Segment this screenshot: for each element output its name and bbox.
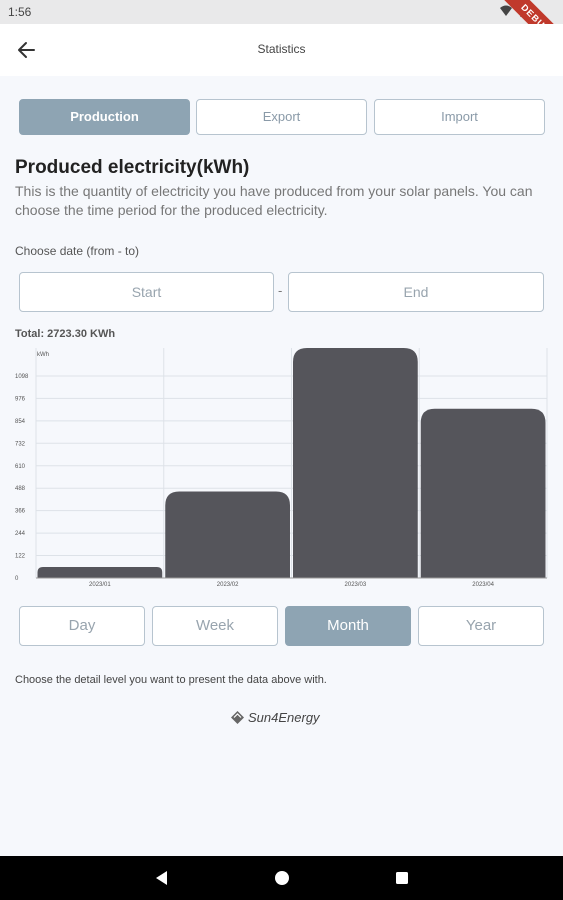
- date-separator: -: [278, 283, 283, 298]
- tab-export[interactable]: Export: [196, 99, 367, 135]
- x-tick-label: 2023/03: [345, 582, 367, 588]
- chart-bar: [165, 491, 290, 578]
- period-month-button[interactable]: Month: [285, 606, 411, 646]
- x-tick-label: 2023/01: [89, 582, 111, 588]
- y-tick-label: 610: [15, 464, 26, 470]
- system-nav-bar: [0, 856, 563, 900]
- chart-bar: [37, 566, 163, 578]
- y-tick-label: 1098: [15, 374, 29, 380]
- end-date-button[interactable]: End: [288, 272, 544, 312]
- period-year-button[interactable]: Year: [418, 606, 544, 646]
- status-bar: 1:56: [0, 0, 563, 24]
- production-chart: 0 122 244 366 488 610 732 854 976 1098 kWh 2023/01 2…: [15, 348, 548, 588]
- tab-import[interactable]: Import: [374, 99, 545, 135]
- brand-logo: Sun4Energy: [230, 710, 320, 725]
- section-description: This is the quantity of electricity you …: [15, 183, 533, 218]
- logo-icon: [231, 711, 244, 724]
- section-heading: Produced electricity(kWh): [15, 157, 250, 178]
- logo-text: Sun4Energy: [248, 710, 320, 725]
- period-day-button[interactable]: Day: [19, 606, 145, 646]
- y-tick-label: 854: [15, 419, 26, 425]
- y-tick-label: 0: [15, 576, 19, 582]
- status-time: 1:56: [8, 5, 32, 19]
- y-axis-label: kWh: [37, 352, 49, 358]
- y-tick-label: 122: [15, 554, 26, 560]
- app-bar: Statistics: [0, 24, 563, 76]
- chart-bar: [293, 348, 418, 578]
- x-tick-label: 2023/04: [472, 582, 494, 588]
- home-nav-icon[interactable]: [272, 868, 292, 888]
- tab-production[interactable]: Production: [19, 99, 190, 135]
- period-week-button[interactable]: Week: [152, 606, 278, 646]
- y-tick-label: 366: [15, 509, 26, 515]
- chart-bar: [420, 408, 546, 578]
- y-tick-label: 976: [15, 396, 26, 402]
- tab-bar: Production Export Import: [19, 99, 545, 135]
- recents-nav-icon[interactable]: [392, 868, 412, 888]
- detail-level-note: Choose the detail level you want to pres…: [15, 674, 327, 686]
- back-nav-icon[interactable]: [152, 868, 172, 888]
- y-tick-label: 244: [15, 531, 26, 537]
- y-tick-label: 488: [15, 486, 26, 492]
- date-range-label: Choose date (from - to): [15, 244, 140, 258]
- page-title: Statistics: [257, 42, 306, 56]
- start-date-button[interactable]: Start: [19, 272, 274, 312]
- x-tick-label: 2023/02: [217, 582, 239, 588]
- y-tick-label: 732: [15, 441, 26, 447]
- total-label: Total: 2723.30 KWh: [15, 328, 116, 340]
